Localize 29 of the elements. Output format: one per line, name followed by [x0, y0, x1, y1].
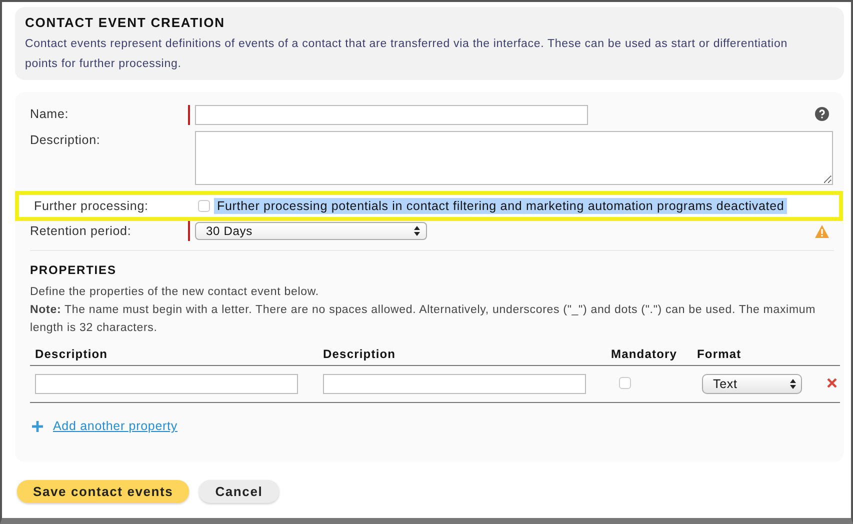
field-label: Further processing: [34, 199, 150, 213]
cancel-button[interactable]: Cancel [199, 480, 279, 503]
save-button[interactable]: Save contact events [17, 480, 190, 503]
column-header: Description [30, 347, 318, 366]
checkbox[interactable] [619, 376, 631, 388]
retention-select[interactable]: 30 Days [195, 222, 427, 240]
checkbox[interactable] [198, 200, 210, 212]
section-title: PROPERTIES [30, 263, 118, 277]
field-label: Retention period: [30, 224, 132, 238]
description-input[interactable] [195, 131, 833, 185]
field-label: Name: [30, 106, 70, 121]
plus-icon[interactable] [32, 420, 43, 432]
column-header: Format [692, 347, 820, 366]
property-input[interactable] [35, 374, 298, 394]
section-intro: Define the properties of the new contact event below. [30, 285, 320, 300]
page-title: CONTACT EVENT CREATION [25, 15, 226, 30]
property-input[interactable] [323, 374, 586, 394]
name-input[interactable] [195, 105, 588, 125]
format-select[interactable]: Text [702, 374, 802, 394]
delete-icon[interactable] [827, 378, 838, 388]
note-text: Note: The name must begin with a letter. There are no spaces allowed. Alternatively, underscores ("_") and dots (".") can be used. The maximum length is 32 characters. [30, 303, 817, 336]
column-header: Mandatory [606, 347, 692, 366]
column-header: Description [318, 347, 606, 366]
checkbox-label: Further processing potentials in contact filtering and marketing automation programs deactivated [214, 198, 788, 214]
field-label: Description: [30, 132, 102, 147]
help-icon[interactable] [815, 107, 829, 121]
dropdown-arrows-icon [414, 226, 420, 236]
dropdown-arrows-icon [790, 379, 796, 389]
page-description: Contact events represent definitions of events of a contact that are transferred via the interface. These can be used as start or differentiation points for further processing. [25, 37, 788, 72]
